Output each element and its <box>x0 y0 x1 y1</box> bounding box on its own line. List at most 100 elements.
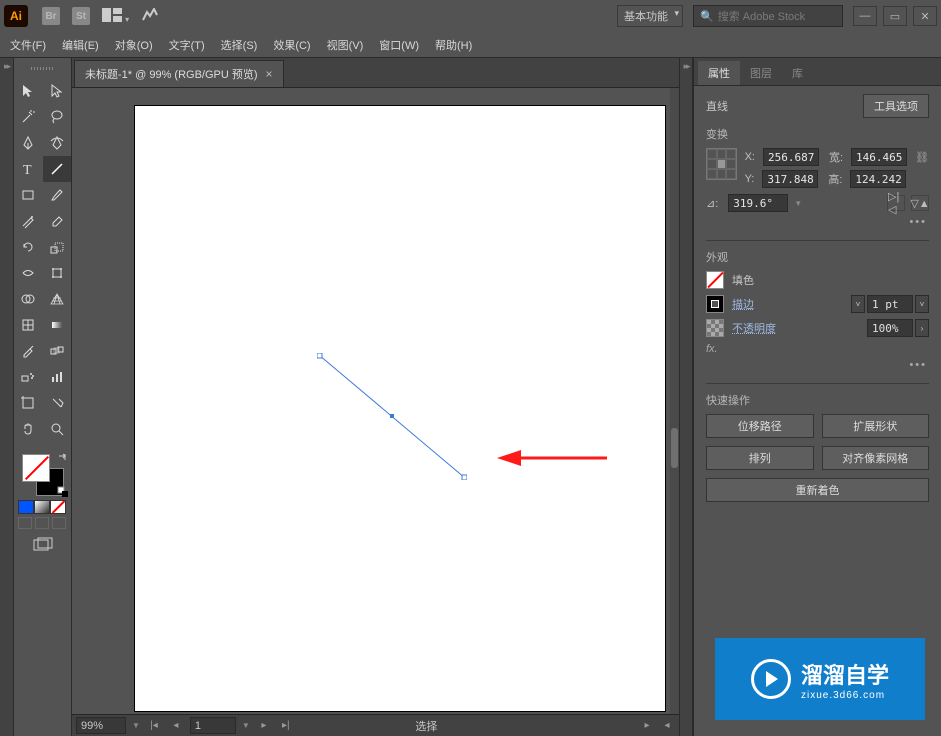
perspective-tool[interactable] <box>43 286 72 312</box>
right-expand-strip[interactable]: ▸▸ <box>679 58 693 736</box>
stock-icon[interactable]: St <box>72 7 90 25</box>
first-artboard-btn[interactable]: |◂ <box>146 718 162 734</box>
rectangle-tool[interactable] <box>14 182 43 208</box>
blend-tool[interactable] <box>43 338 72 364</box>
stroke-label[interactable]: 描边 <box>732 296 754 312</box>
menu-edit[interactable]: 编辑(E) <box>58 35 103 55</box>
magic-wand-tool[interactable] <box>14 104 43 130</box>
recolor-button[interactable]: 重新着色 <box>706 478 929 502</box>
draw-inside[interactable] <box>52 517 66 529</box>
rotate-tool[interactable] <box>14 234 43 260</box>
fill-stroke-swatches[interactable] <box>14 450 71 500</box>
lasso-tool[interactable] <box>43 104 72 130</box>
opacity-dropdown[interactable]: › <box>915 319 929 337</box>
vertical-scrollbar[interactable] <box>670 88 679 714</box>
menu-object[interactable]: 对象(O) <box>111 35 157 55</box>
tab-layers[interactable]: 图层 <box>740 61 782 85</box>
fill-color-swatch[interactable] <box>706 271 724 289</box>
none-swatch[interactable] <box>50 500 66 514</box>
reference-point[interactable] <box>706 148 737 180</box>
swap-fill-stroke-icon[interactable] <box>57 452 69 464</box>
doc-tab[interactable]: 未标题-1* @ 99% (RGB/GPU 预览) × <box>74 60 284 87</box>
w-field[interactable] <box>851 148 907 166</box>
draw-behind[interactable] <box>35 517 49 529</box>
stroke-weight-field[interactable] <box>867 295 913 313</box>
canvas[interactable] <box>72 88 679 714</box>
prev-artboard-btn[interactable]: ◂ <box>168 718 184 734</box>
menu-file[interactable]: 文件(F) <box>6 35 50 55</box>
mesh-tool[interactable] <box>14 312 43 338</box>
align-pixel-button[interactable]: 对齐像素网格 <box>822 446 930 470</box>
screen-mode[interactable] <box>14 532 71 558</box>
menu-view[interactable]: 视图(V) <box>323 35 368 55</box>
tool-options-button[interactable]: 工具选项 <box>863 94 929 118</box>
scale-tool[interactable] <box>43 234 72 260</box>
flip-horizontal[interactable]: ▷|◁ <box>887 195 905 211</box>
h-field[interactable] <box>850 170 906 188</box>
shape-builder-tool[interactable] <box>14 286 43 312</box>
artboard-number[interactable]: 1 <box>190 717 236 734</box>
zoom-level[interactable]: 99% <box>76 717 126 734</box>
close-button[interactable]: ✕ <box>913 6 937 26</box>
flip-vertical[interactable]: ▽▲ <box>911 195 929 211</box>
x-field[interactable] <box>763 148 819 166</box>
fill-swatch[interactable] <box>22 454 50 482</box>
close-tab-icon[interactable]: × <box>266 67 273 81</box>
fx-label[interactable]: fx. <box>706 343 929 355</box>
last-artboard-btn[interactable]: ▸| <box>278 718 294 734</box>
opacity-label[interactable]: 不透明度 <box>732 320 776 336</box>
hscroll-right[interactable]: ▸ <box>639 718 655 734</box>
symbol-sprayer-tool[interactable] <box>14 364 43 390</box>
link-wh-icon[interactable]: ⛓ <box>915 151 929 164</box>
y-field[interactable] <box>762 170 818 188</box>
expand-shape-button[interactable]: 扩展形状 <box>822 414 930 438</box>
selection-tool[interactable] <box>14 78 43 104</box>
menu-window[interactable]: 窗口(W) <box>375 35 423 55</box>
slice-tool[interactable] <box>43 390 72 416</box>
tab-properties[interactable]: 属性 <box>698 61 740 85</box>
opacity-swatch[interactable] <box>706 319 724 337</box>
curvature-tool[interactable] <box>43 130 72 156</box>
opacity-field[interactable] <box>867 319 913 337</box>
scroll-thumb[interactable] <box>671 428 678 468</box>
zoom-tool[interactable] <box>43 416 72 442</box>
stroke-step-down[interactable]: ˅ <box>851 295 865 313</box>
menu-type[interactable]: 文字(T) <box>165 35 209 55</box>
gpu-icon[interactable] <box>141 8 159 25</box>
pen-tool[interactable] <box>14 130 43 156</box>
toolbox-grip[interactable] <box>14 58 71 78</box>
paintbrush-tool[interactable] <box>43 182 72 208</box>
graph-tool[interactable] <box>43 364 72 390</box>
maximize-button[interactable]: ▭ <box>883 6 907 26</box>
angle-field[interactable] <box>728 194 788 212</box>
stroke-color-swatch[interactable] <box>706 295 724 313</box>
selected-line-object[interactable] <box>317 353 467 480</box>
line-tool[interactable] <box>43 156 72 182</box>
gradient-swatch[interactable] <box>34 500 50 514</box>
default-fill-stroke-icon[interactable] <box>57 486 69 498</box>
direct-selection-tool[interactable] <box>43 78 72 104</box>
arrange-button[interactable]: 排列 <box>706 446 814 470</box>
type-tool[interactable]: T <box>14 156 43 182</box>
draw-normal[interactable] <box>18 517 32 529</box>
menu-help[interactable]: 帮助(H) <box>431 35 476 55</box>
gradient-tool[interactable] <box>43 312 72 338</box>
stock-search[interactable]: 🔍 搜索 Adobe Stock <box>693 5 843 27</box>
width-tool[interactable] <box>14 260 43 286</box>
free-transform-tool[interactable] <box>43 260 72 286</box>
tab-libraries[interactable]: 库 <box>782 61 813 85</box>
workspace-selector[interactable]: 基本功能 <box>617 5 683 27</box>
menu-select[interactable]: 选择(S) <box>217 35 262 55</box>
eraser-tool[interactable] <box>43 208 72 234</box>
minimize-button[interactable]: — <box>853 6 877 26</box>
next-artboard-btn[interactable]: ▸ <box>256 718 272 734</box>
eyedropper-tool[interactable] <box>14 338 43 364</box>
arrange-docs-icon[interactable]: ▾ <box>102 8 129 25</box>
offset-path-button[interactable]: 位移路径 <box>706 414 814 438</box>
bridge-icon[interactable]: Br <box>42 7 60 25</box>
left-expand-strip[interactable]: ▸▸ <box>0 58 14 736</box>
color-swatch[interactable] <box>18 500 34 514</box>
hand-tool[interactable] <box>14 416 43 442</box>
shaper-tool[interactable] <box>14 208 43 234</box>
appearance-more[interactable]: ••• <box>706 355 929 375</box>
